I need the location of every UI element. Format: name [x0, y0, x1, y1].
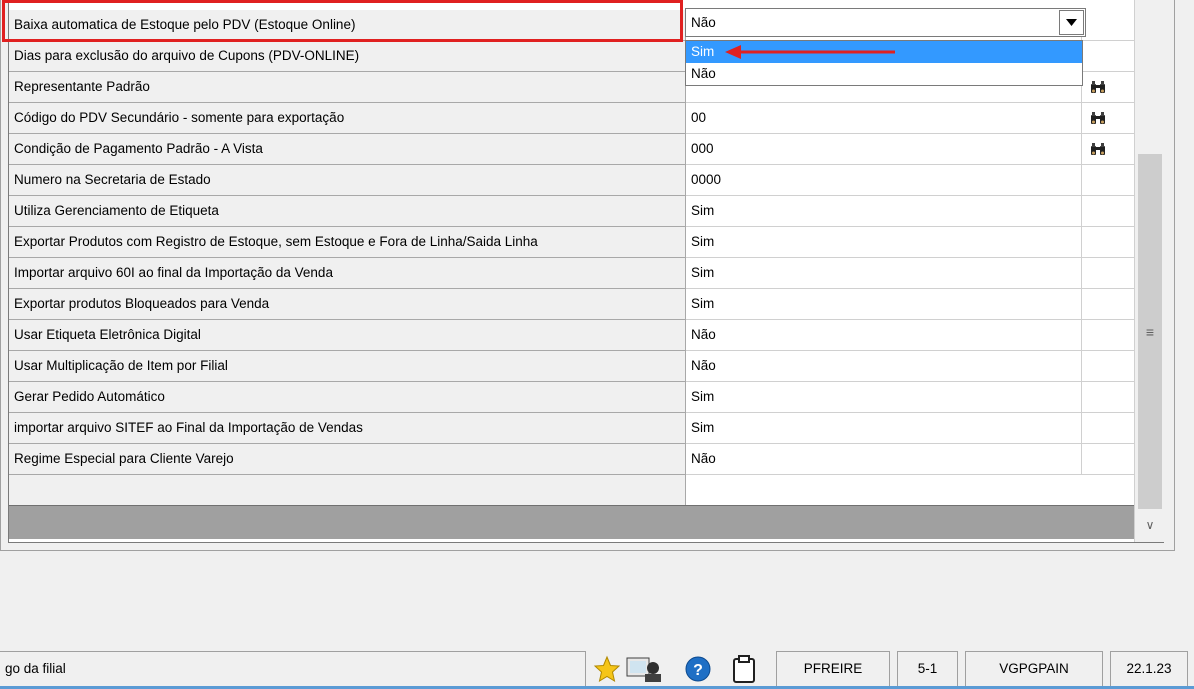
- scrollbar-thumb[interactable]: ≡: [1138, 154, 1162, 509]
- lookup-cell: [1082, 10, 1134, 41]
- annotation-highlight-box: [2, 0, 683, 42]
- table-row[interactable]: Gerar Pedido Automático Sim: [9, 382, 1134, 413]
- combo-arrow-icon: [1066, 19, 1077, 26]
- lookup-cell: [1082, 227, 1134, 258]
- lookup-cell: [1082, 444, 1134, 475]
- lookup-cell: [1082, 72, 1134, 103]
- lookup-cell: [1082, 258, 1134, 289]
- parameter-value[interactable]: Sim: [686, 382, 1082, 413]
- parameter-label: Exportar Produtos com Registro de Estoqu…: [9, 227, 686, 258]
- computer-user-icon[interactable]: [625, 654, 663, 684]
- status-code: 5-1: [897, 651, 958, 687]
- parameter-value[interactable]: Sim: [686, 413, 1082, 444]
- table-row[interactable]: importar arquivo SITEF ao Final da Impor…: [9, 413, 1134, 444]
- lookup-cell: [1082, 165, 1134, 196]
- table-row[interactable]: Código do PDV Secundário - somente para …: [9, 103, 1134, 134]
- table-row[interactable]: Utiliza Gerenciamento de Etiqueta Sim: [9, 196, 1134, 227]
- lookup-cell: [1082, 103, 1134, 134]
- status-bar: go da filial ? PFREIRE 5-1 VGPGPAIN 22.1…: [0, 651, 1194, 689]
- binoculars-icon[interactable]: [1090, 142, 1106, 156]
- lookup-cell: [1082, 413, 1134, 444]
- table-row[interactable]: Exportar produtos Bloqueados para Venda S…: [9, 289, 1134, 320]
- parameter-label: Usar Multiplicação de Item por Filial: [9, 351, 686, 382]
- svg-text:?: ?: [693, 662, 703, 679]
- parameter-label: Dias para exclusão do arquivo de Cupons …: [9, 41, 686, 72]
- table-row[interactable]: Numero na Secretaria de Estado 0000: [9, 165, 1134, 196]
- table-row[interactable]: Regime Especial para Cliente Varejo Não: [9, 444, 1134, 475]
- parameter-label: Exportar produtos Bloqueados para Venda: [9, 289, 686, 320]
- parameter-value[interactable]: Sim: [686, 258, 1082, 289]
- estoque-online-combo[interactable]: Não: [685, 8, 1086, 37]
- parameter-label: Gerar Pedido Automático: [9, 382, 686, 413]
- lookup-cell: [1082, 320, 1134, 351]
- parameter-label: Condição de Pagamento Padrão - A Vista: [9, 134, 686, 165]
- parameter-value[interactable]: 0000: [686, 165, 1082, 196]
- combo-selected-value: Não: [691, 15, 716, 30]
- grid-footer: [9, 505, 1134, 539]
- parameter-value[interactable]: Não: [686, 351, 1082, 382]
- status-version: 22.1.23: [1110, 651, 1188, 687]
- vertical-scrollbar[interactable]: ≡ ∨: [1134, 0, 1164, 542]
- parameter-value[interactable]: 00: [686, 103, 1082, 134]
- empty-row: [9, 475, 686, 505]
- lookup-cell: [1082, 382, 1134, 413]
- parameter-label: Importar arquivo 60I ao final da Importa…: [9, 258, 686, 289]
- binoculars-icon[interactable]: [1090, 80, 1106, 94]
- parameter-label: importar arquivo SITEF ao Final da Impor…: [9, 413, 686, 444]
- parameter-value[interactable]: Sim: [686, 289, 1082, 320]
- parameter-label: Código do PDV Secundário - somente para …: [9, 103, 686, 134]
- status-module: VGPGPAIN: [965, 651, 1103, 687]
- table-row[interactable]: Exportar Produtos com Registro de Estoqu…: [9, 227, 1134, 258]
- parameter-label: Usar Etiqueta Eletrônica Digital: [9, 320, 686, 351]
- parameter-value[interactable]: Sim: [686, 196, 1082, 227]
- table-row[interactable]: Usar Etiqueta Eletrônica Digital Não: [9, 320, 1134, 351]
- parameter-label: Regime Especial para Cliente Varejo: [9, 444, 686, 475]
- table-row[interactable]: Importar arquivo 60I ao final da Importa…: [9, 258, 1134, 289]
- parameter-value[interactable]: Não: [686, 444, 1082, 475]
- parameter-label: Representante Padrão: [9, 72, 686, 103]
- combo-dropdown-button[interactable]: [1059, 10, 1084, 35]
- table-row[interactable]: Condição de Pagamento Padrão - A Vista 00…: [9, 134, 1134, 165]
- table-row[interactable]: Usar Multiplicação de Item por Filial Não: [9, 351, 1134, 382]
- lookup-cell: [1082, 196, 1134, 227]
- parameter-value[interactable]: Não: [686, 320, 1082, 351]
- lookup-cell: [1082, 41, 1134, 72]
- star-icon[interactable]: [592, 654, 622, 684]
- help-icon[interactable]: ?: [683, 654, 713, 684]
- parameter-value[interactable]: Sim: [686, 227, 1082, 258]
- grip-icon: ≡: [1145, 324, 1155, 340]
- lookup-cell: [1082, 351, 1134, 382]
- clipboard-icon[interactable]: [729, 654, 759, 684]
- parameter-value[interactable]: 000: [686, 134, 1082, 165]
- lookup-cell: [1082, 134, 1134, 165]
- parameter-label: Utiliza Gerenciamento de Etiqueta: [9, 196, 686, 227]
- annotation-arrow: [725, 45, 895, 59]
- binoculars-icon[interactable]: [1090, 111, 1106, 125]
- scroll-down-icon[interactable]: ∨: [1138, 512, 1162, 538]
- lookup-cell: [1082, 289, 1134, 320]
- option-nao[interactable]: Não: [686, 63, 1082, 85]
- parameter-label: Numero na Secretaria de Estado: [9, 165, 686, 196]
- status-user: PFREIRE: [776, 651, 890, 687]
- status-hint: go da filial: [0, 651, 586, 687]
